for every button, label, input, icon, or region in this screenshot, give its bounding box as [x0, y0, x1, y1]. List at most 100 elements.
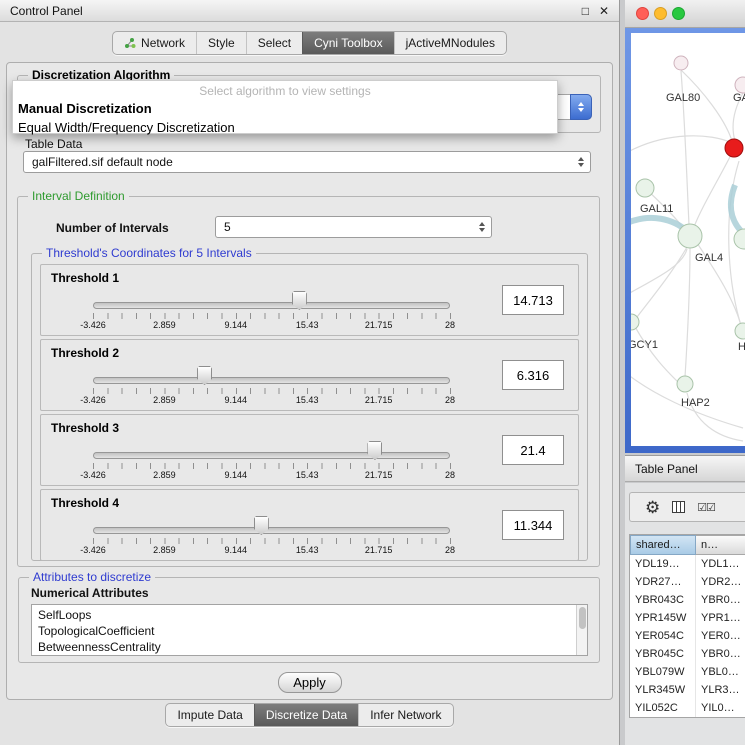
threshold-3-value-field[interactable]: 21.4 — [502, 435, 564, 465]
table-row[interactable]: YBR045C YBR0… — [630, 645, 745, 663]
threshold-2-slider-thumb[interactable] — [197, 366, 212, 385]
gear-icon[interactable]: ⚙ — [645, 499, 660, 516]
list-scrollbar-thumb[interactable] — [579, 607, 586, 629]
node-label: GAL4 — [695, 252, 723, 264]
cell[interactable]: YBR045C — [630, 645, 696, 663]
tab-network[interactable]: Network — [113, 32, 196, 54]
table-row[interactable]: YDR27… YDR2… — [630, 573, 745, 591]
interval-definition-title: Interval Definition — [28, 189, 129, 203]
threshold-2-value-field[interactable]: 6.316 — [502, 360, 564, 390]
scale-label: 15.43 — [296, 545, 319, 555]
scale-label: 15.43 — [296, 395, 319, 405]
node-gal4[interactable] — [678, 224, 702, 248]
cell[interactable]: YBL0… — [696, 663, 745, 681]
node[interactable] — [674, 56, 688, 70]
node-hap2[interactable] — [677, 376, 693, 392]
scale-label: 9.144 — [225, 320, 248, 330]
close-icon[interactable]: ✕ — [599, 4, 609, 18]
table-data-combo[interactable]: galFiltered.sif default node — [23, 151, 591, 173]
tab-discretize-data[interactable]: Discretize Data — [254, 704, 358, 726]
threshold-3-slider-thumb[interactable] — [367, 441, 382, 460]
cell[interactable]: YBR0… — [696, 645, 745, 663]
tab-jactivemnodules[interactable]: jActiveMNodules — [394, 32, 506, 54]
list-item[interactable]: SelfLoops — [38, 607, 581, 623]
node[interactable] — [734, 229, 745, 249]
list-item[interactable]: BetweennessCentrality — [38, 639, 581, 655]
scale-label: -3.426 — [80, 470, 106, 480]
cell[interactable]: YLR3… — [696, 681, 745, 699]
combo-arrows-icon — [570, 94, 592, 120]
cell[interactable]: YDL19… — [630, 555, 696, 573]
column-header-name[interactable]: n… — [696, 535, 745, 555]
table-row[interactable]: YER054C YER0… — [630, 627, 745, 645]
slider-tick-marks — [93, 463, 451, 469]
list-item[interactable]: TopologicalCoefficient — [38, 623, 581, 639]
cell[interactable]: YLR345W — [630, 681, 696, 699]
numerical-attributes-list[interactable]: SelfLoops TopologicalCoefficient Between… — [31, 604, 588, 656]
cell[interactable]: YBL079W — [630, 663, 696, 681]
algorithm-option-manual[interactable]: Manual Discretization — [16, 100, 557, 117]
table-row[interactable]: YDL19… YDL1… — [630, 555, 745, 573]
red-node[interactable] — [725, 139, 743, 157]
table-row[interactable]: YPR145W YPR1… — [630, 609, 745, 627]
slider-scale-labels: -3.426 2.859 9.144 15.43 21.715 28 — [93, 395, 450, 406]
column-header-shared-name[interactable]: shared… — [630, 535, 696, 555]
scale-label: 21.715 — [365, 470, 393, 480]
minimize-traffic-light[interactable] — [654, 7, 667, 20]
cell[interactable]: YDR2… — [696, 573, 745, 591]
cell[interactable]: YBR0… — [696, 591, 745, 609]
cell[interactable]: YPR1… — [696, 609, 745, 627]
table-panel-toolbar: ⚙ ☑☑ — [629, 492, 745, 522]
cell[interactable]: YPR145W — [630, 609, 696, 627]
node[interactable] — [735, 77, 745, 93]
numerical-attributes-label: Numerical Attributes — [31, 586, 149, 600]
top-tab-segment: Network Style Select Cyni Toolbox jActiv… — [112, 31, 507, 55]
number-of-intervals-combo[interactable]: 5 — [215, 216, 492, 238]
cell[interactable]: YDL1… — [696, 555, 745, 573]
scale-label: 9.144 — [225, 470, 248, 480]
table-row[interactable]: YBL079W YBL0… — [630, 663, 745, 681]
zoom-traffic-light[interactable] — [672, 7, 685, 20]
network-graph[interactable]: GAL80 GA GAL11 GAL4 GCY1 HAP2 H — [631, 33, 745, 446]
cell[interactable]: YER054C — [630, 627, 696, 645]
bottom-tab-segment: Impute Data Discretize Data Infer Networ… — [165, 703, 453, 727]
tab-infer-network[interactable]: Infer Network — [358, 704, 452, 726]
cell[interactable]: YER0… — [696, 627, 745, 645]
threshold-4-box: Threshold 4 -3.426 2.859 9.144 15.43 21.… — [40, 489, 579, 561]
cell[interactable]: YIL0… — [696, 699, 745, 717]
table-row[interactable]: YIL052C YIL0… — [630, 699, 745, 717]
threshold-2-slider[interactable] — [93, 377, 450, 384]
algorithm-popup-hint: Select algorithm to view settings — [13, 84, 557, 98]
table-data-combo-value: galFiltered.sif default node — [32, 155, 173, 169]
select-all-checkboxes-icon[interactable]: ☑☑ — [697, 501, 715, 514]
cell[interactable]: YIL052C — [630, 699, 696, 717]
threshold-4-slider-thumb[interactable] — [254, 516, 269, 535]
cell[interactable]: YDR27… — [630, 573, 696, 591]
table-row[interactable]: YBR043C YBR0… — [630, 591, 745, 609]
node-gal11[interactable] — [636, 179, 654, 197]
threshold-1-value-field[interactable]: 14.713 — [502, 285, 564, 315]
list-scrollbar[interactable] — [576, 605, 587, 655]
node-attribute-table: shared… n… YDL19… YDL1… YDR27… YDR2… YBR… — [629, 534, 745, 718]
tab-impute-data[interactable]: Impute Data — [166, 704, 253, 726]
tab-style[interactable]: Style — [196, 32, 246, 54]
node[interactable] — [735, 323, 745, 339]
threshold-1-slider[interactable] — [93, 302, 450, 309]
cell[interactable]: YBR043C — [630, 591, 696, 609]
threshold-3-slider[interactable] — [93, 452, 450, 459]
algorithm-option-equal-width[interactable]: Equal Width/Frequency Discretization — [16, 119, 557, 136]
threshold-2-box: Threshold 2 -3.426 2.859 9.144 15.43 21.… — [40, 339, 579, 411]
threshold-4-slider[interactable] — [93, 527, 450, 534]
columns-icon[interactable] — [672, 501, 685, 513]
tab-select[interactable]: Select — [246, 32, 302, 54]
tab-cyni-toolbox[interactable]: Cyni Toolbox — [302, 32, 393, 54]
slider-scale-labels: -3.426 2.859 9.144 15.43 21.715 28 — [93, 545, 450, 556]
threshold-4-value-field[interactable]: 11.344 — [502, 510, 564, 540]
close-traffic-light[interactable] — [636, 7, 649, 20]
threshold-3-label: Threshold 3 — [51, 421, 119, 435]
threshold-1-slider-thumb[interactable] — [292, 291, 307, 310]
float-window-icon[interactable]: □ — [582, 4, 589, 18]
network-canvas[interactable]: GAL80 GA GAL11 GAL4 GCY1 HAP2 H — [631, 33, 745, 446]
table-row[interactable]: YLR345W YLR3… — [630, 681, 745, 699]
apply-button[interactable]: Apply — [278, 672, 342, 693]
